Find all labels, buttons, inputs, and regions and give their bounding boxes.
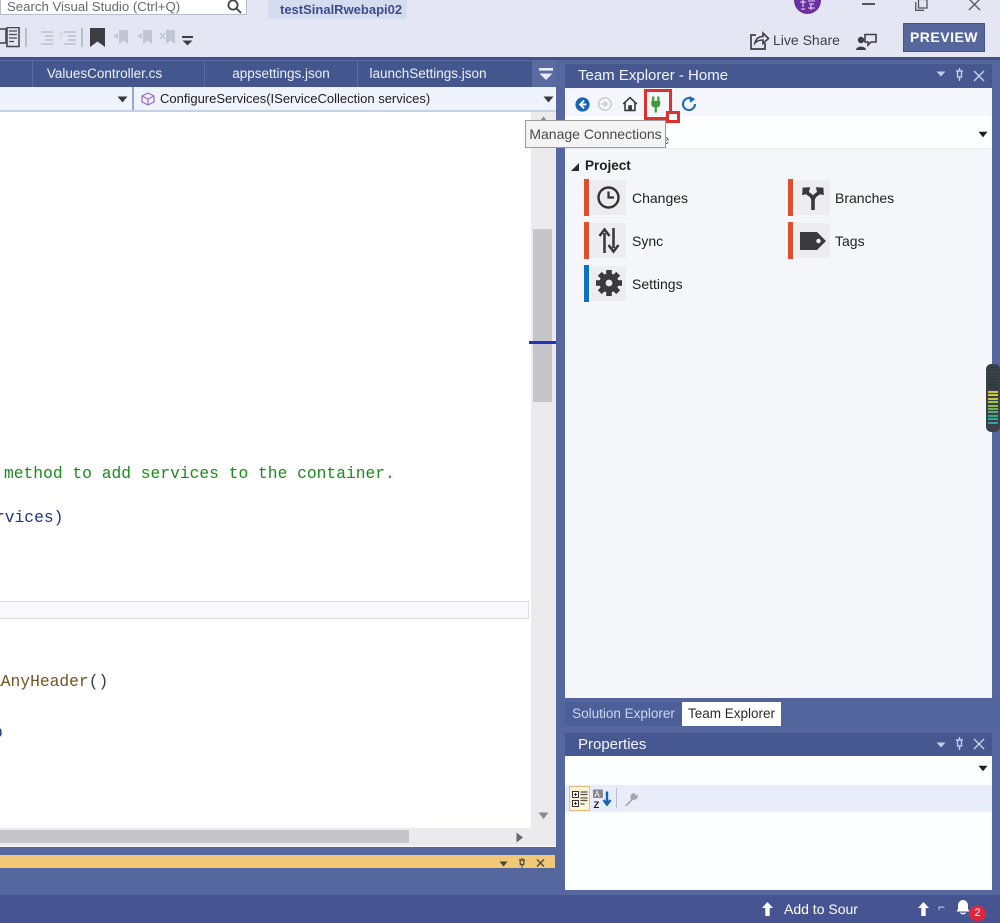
svg-text:Z: Z [594,800,600,809]
svg-text:?: ? [58,31,63,41]
svg-text:A: A [594,790,600,799]
